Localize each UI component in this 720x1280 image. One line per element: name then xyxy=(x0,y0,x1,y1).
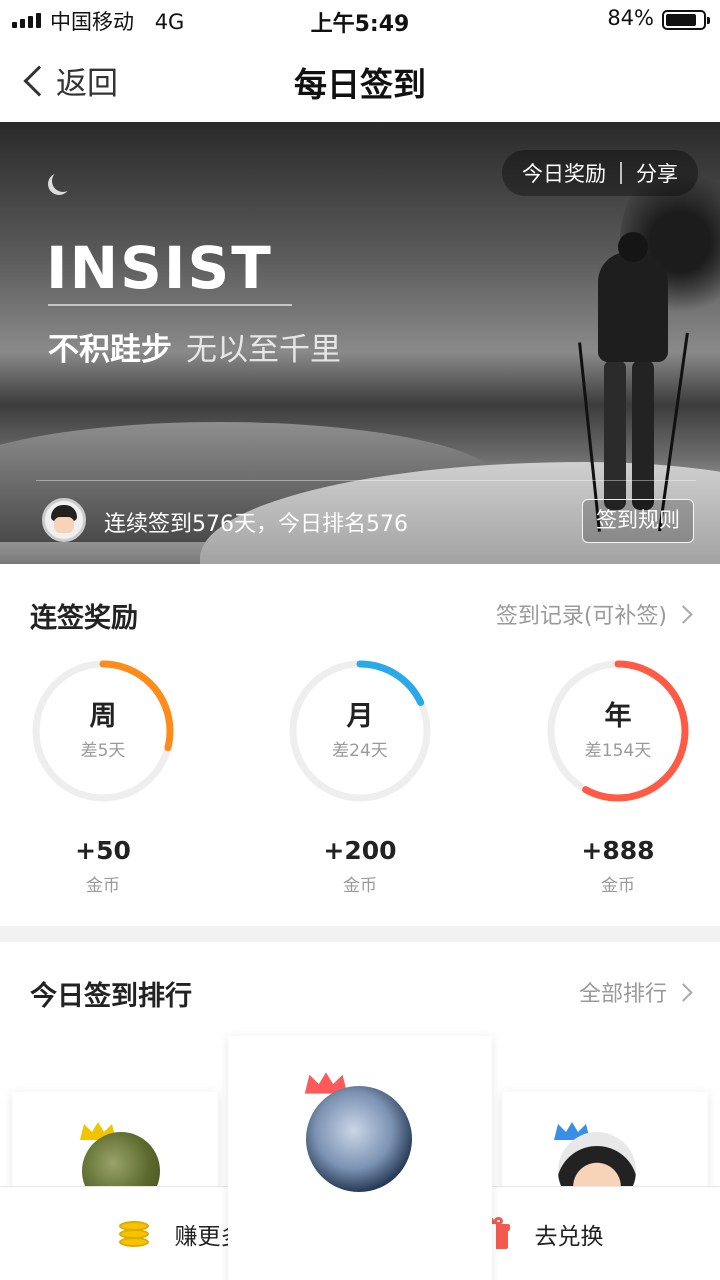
nav-bar: 返回 每日签到 xyxy=(0,40,720,122)
reward-coins-month: +200 金币 xyxy=(285,836,435,896)
reward-ring-year[interactable]: 年 差154天 xyxy=(543,656,693,806)
status-bar: 中国移动 4G 上午5:49 84% xyxy=(0,0,720,40)
streak-text: 连续签到576天，今日排名576 xyxy=(104,512,408,537)
hero-slogan: 不积跬步 无以至千里 xyxy=(48,324,341,369)
hero-headline: INSIST xyxy=(46,234,273,302)
ring-label: 周 xyxy=(89,701,117,732)
reward-coins-year: +888 金币 xyxy=(543,836,693,896)
coin-unit: 金币 xyxy=(601,876,635,896)
user-avatar xyxy=(306,1086,412,1192)
slogan-light: 无以至千里 xyxy=(186,332,341,368)
checkin-record-link[interactable]: 签到记录(可补签) xyxy=(495,598,693,630)
section-title: 今日签到排行 xyxy=(30,981,192,1012)
chevron-right-icon xyxy=(674,982,693,1002)
headline-underline xyxy=(48,304,292,306)
hero-banner: 今日奖励 分享 INSIST 不积跬步 无以至千里 连续签到576天，今日排名57… xyxy=(0,122,720,564)
ring-label: 年 xyxy=(604,701,632,732)
rank-card-first[interactable] xyxy=(228,1036,492,1280)
ring-remaining: 差5天 xyxy=(80,741,126,761)
battery-percent: 84% xyxy=(607,6,654,30)
pill-divider xyxy=(620,162,622,184)
today-reward-button[interactable]: 今日奖励 xyxy=(522,158,606,188)
exchange-label: 去兑换 xyxy=(534,1224,604,1250)
slogan-bold: 不积跬步 xyxy=(48,332,172,368)
section-title: 连签奖励 xyxy=(30,603,138,634)
streak-rewards-section: 连签奖励 签到记录(可补签) 周 差5天 月 差24天 年 差154天 +50 … xyxy=(0,564,720,926)
checkin-record-label: 签到记录(可补签) xyxy=(495,604,667,629)
coin-unit: 金币 xyxy=(86,876,120,896)
chevron-right-icon xyxy=(674,604,693,624)
all-ranking-label: 全部排行 xyxy=(578,982,667,1007)
coin-unit: 金币 xyxy=(343,876,377,896)
coin-amount: +888 xyxy=(581,836,655,865)
battery-icon xyxy=(662,10,710,30)
ring-remaining: 差154天 xyxy=(584,741,652,761)
ring-remaining: 差24天 xyxy=(332,741,388,761)
ring-label: 月 xyxy=(346,701,374,732)
coin-amount: +50 xyxy=(75,836,131,865)
page-title: 每日签到 xyxy=(294,65,426,104)
moon-decoration xyxy=(52,170,74,192)
reward-coins-week: +50 金币 xyxy=(28,836,178,896)
share-button[interactable]: 分享 xyxy=(636,158,678,188)
all-ranking-link[interactable]: 全部排行 xyxy=(578,976,693,1008)
coins-icon xyxy=(117,1217,151,1251)
hiker-image xyxy=(578,232,689,532)
hero-divider xyxy=(36,480,696,481)
user-avatar[interactable] xyxy=(42,498,86,542)
reward-ring-month[interactable]: 月 差24天 xyxy=(285,656,435,806)
reward-share-pill: 今日奖励 分享 xyxy=(502,150,698,196)
checkin-rules-button[interactable]: 签到规则 xyxy=(582,499,694,543)
reward-ring-week[interactable]: 周 差5天 xyxy=(28,656,178,806)
coin-amount: +200 xyxy=(323,836,397,865)
